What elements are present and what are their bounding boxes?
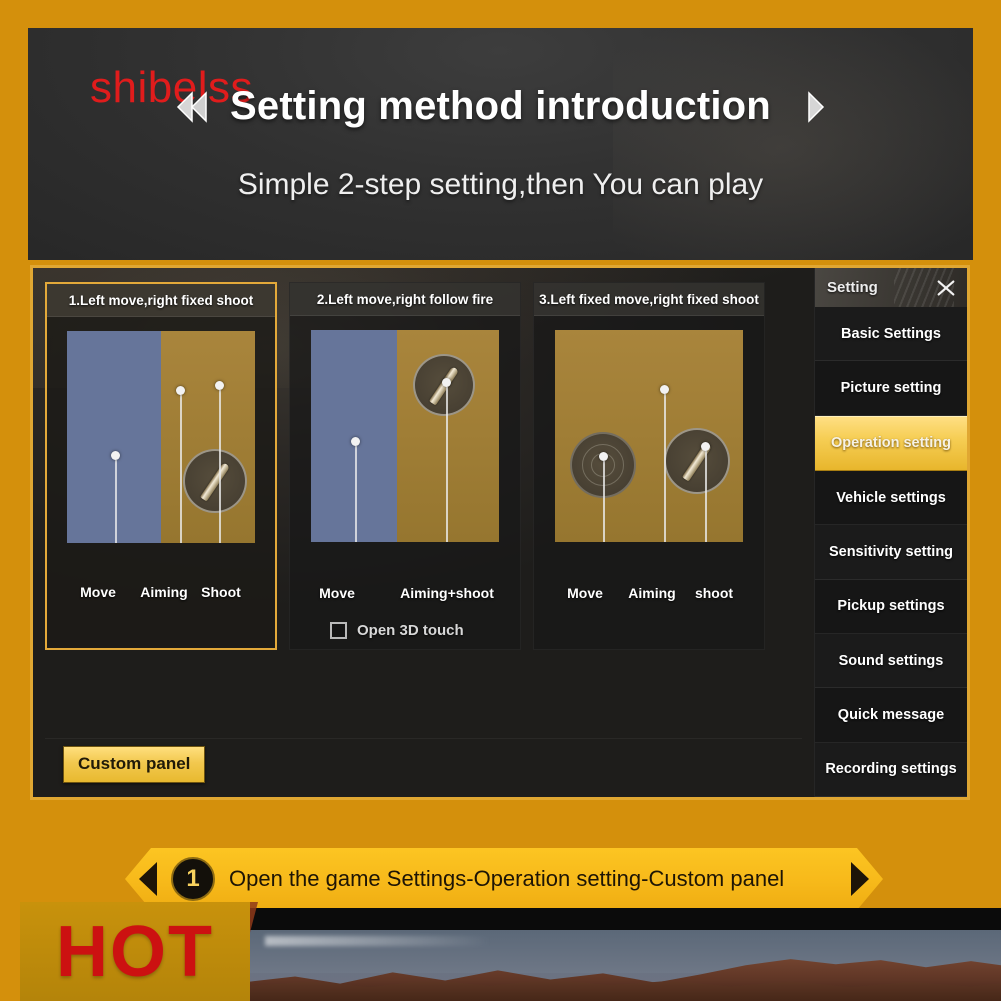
shoot-point-dot: [215, 381, 224, 390]
control-option-1-labels: Move Aiming Shoot: [47, 584, 275, 604]
sidebar-item-label: Sound settings: [838, 652, 944, 669]
sidebar-item-sound-settings[interactable]: Sound settings: [815, 633, 967, 689]
label-move: Move: [567, 585, 603, 601]
operation-setting-content: 1.Left move,right fixed shoot Move Aimin…: [33, 268, 814, 797]
triangle-left-icon: [139, 862, 157, 896]
move-zone: [67, 331, 161, 543]
hot-badge-label: HOT: [56, 911, 214, 992]
shoot-leader-line: [219, 390, 221, 543]
open-3d-touch-row[interactable]: Open 3D touch: [330, 622, 464, 639]
aiming-point-dot: [660, 385, 669, 394]
control-scheme-options: 1.Left move,right fixed shoot Move Aimin…: [45, 282, 802, 650]
label-move: Move: [80, 584, 116, 600]
label-aiming-shoot: Aiming+shoot: [400, 585, 494, 601]
control-option-2-preview: [311, 330, 499, 542]
page-root: shibelss Setting method introduction Sim…: [0, 0, 1001, 1001]
control-option-3-title: 3.Left fixed move,right fixed shoot: [539, 291, 759, 307]
settings-sidebar: Setting Basic Settings Picture setting O…: [814, 268, 967, 797]
control-option-3[interactable]: 3.Left fixed move,right fixed shoot Move…: [533, 282, 765, 650]
content-divider: [45, 738, 802, 739]
aiming-leader-line: [180, 395, 182, 543]
double-chevron-right-icon: [808, 90, 824, 123]
sidebar-item-quick-message[interactable]: Quick message: [815, 688, 967, 743]
sidebar-item-recording-settings[interactable]: Recording settings: [815, 742, 967, 797]
move-leader-line: [355, 446, 357, 542]
sidebar-item-label: Operation setting: [830, 435, 952, 452]
move-leader-line: [603, 461, 605, 542]
hero-header: shibelss Setting method introduction Sim…: [28, 28, 973, 260]
sidebar-item-basic-settings[interactable]: Basic Settings: [815, 307, 967, 362]
sidebar-title: Setting: [827, 279, 878, 296]
double-chevron-left-icon: [176, 90, 207, 123]
step-banner-text: Open the game Settings-Operation setting…: [229, 866, 785, 891]
step-number-badge: 1: [171, 857, 215, 901]
control-option-2[interactable]: 2.Left move,right follow fire Move Aimin…: [289, 282, 521, 650]
sidebar-item-operation-setting[interactable]: Operation setting: [815, 415, 967, 471]
aim-shoot-point-dot: [442, 378, 451, 387]
title-row: Setting method introduction: [28, 84, 973, 129]
step-banner-wrapper: 1 Open the game Settings-Operation setti…: [125, 848, 883, 910]
page-title: Setting method introduction: [230, 84, 771, 128]
shoot-point-dot: [701, 442, 710, 451]
mountain-landscape-photo: [250, 930, 1001, 1001]
sidebar-item-label: Sensitivity setting: [828, 543, 954, 560]
page-subtitle: Simple 2-step setting,then You can play: [237, 168, 764, 201]
control-option-3-preview: [555, 330, 743, 542]
control-option-2-labels: Move Aiming+shoot: [290, 585, 520, 605]
sidebar-item-label: Quick message: [837, 706, 945, 723]
sidebar-item-label: Picture setting: [840, 379, 942, 396]
label-shoot: shoot: [694, 585, 734, 601]
sidebar-item-label: Vehicle settings: [836, 489, 946, 506]
control-option-3-labels: Move Aiming shoot: [534, 585, 764, 605]
move-point-dot: [599, 452, 608, 461]
aiming-leader-line: [664, 394, 666, 542]
control-option-1[interactable]: 1.Left move,right fixed shoot Move Aimin…: [45, 282, 277, 650]
open-3d-touch-checkbox[interactable]: [330, 622, 347, 639]
move-point-dot: [351, 437, 360, 446]
label-shoot: Shoot: [201, 584, 241, 600]
move-leader-line: [115, 460, 117, 543]
bullet-icon: [199, 462, 231, 502]
sidebar-header: Setting: [815, 268, 967, 314]
label-aiming: Aiming: [628, 585, 676, 601]
control-option-1-preview: [67, 331, 255, 543]
photo-snow-peak: [265, 936, 491, 946]
close-x-icon[interactable]: [935, 277, 957, 299]
control-option-2-title: 2.Left move,right follow fire: [316, 291, 494, 307]
open-3d-touch-label: Open 3D touch: [357, 622, 464, 639]
sidebar-item-label: Pickup settings: [837, 598, 945, 615]
control-option-1-header: 1.Left move,right fixed shoot: [47, 284, 275, 317]
aim-shoot-leader-line: [446, 387, 448, 542]
shoot-joystick-icon: [664, 428, 730, 494]
sidebar-item-label: Recording settings: [825, 761, 957, 778]
custom-panel-button[interactable]: Custom panel: [63, 746, 206, 783]
shoot-leader-line: [705, 451, 707, 542]
shoot-joystick-icon: [183, 449, 247, 513]
label-move: Move: [319, 585, 355, 601]
game-settings-window: 1.Left move,right fixed shoot Move Aimin…: [30, 265, 970, 800]
label-aiming: Aiming: [140, 584, 188, 600]
control-option-1-title: 1.Left move,right fixed shoot: [68, 292, 254, 308]
sidebar-item-vehicle-settings[interactable]: Vehicle settings: [815, 470, 967, 526]
aiming-point-dot: [176, 386, 185, 395]
sidebar-item-picture-setting[interactable]: Picture setting: [815, 361, 967, 416]
triangle-right-icon: [851, 862, 869, 896]
sidebar-item-label: Basic Settings: [841, 325, 941, 342]
hero-glow: [613, 28, 973, 260]
control-option-2-header: 2.Left move,right follow fire: [290, 283, 520, 316]
sidebar-item-sensitivity-setting[interactable]: Sensitivity setting: [815, 525, 967, 580]
photo-letterbox: [250, 908, 1001, 930]
sidebar-item-pickup-settings[interactable]: Pickup settings: [815, 579, 967, 634]
control-option-3-header: 3.Left fixed move,right fixed shoot: [534, 283, 764, 316]
hot-badge: HOT: [20, 902, 250, 1001]
step-banner: 1 Open the game Settings-Operation setti…: [125, 848, 883, 910]
move-point-dot: [111, 451, 120, 460]
